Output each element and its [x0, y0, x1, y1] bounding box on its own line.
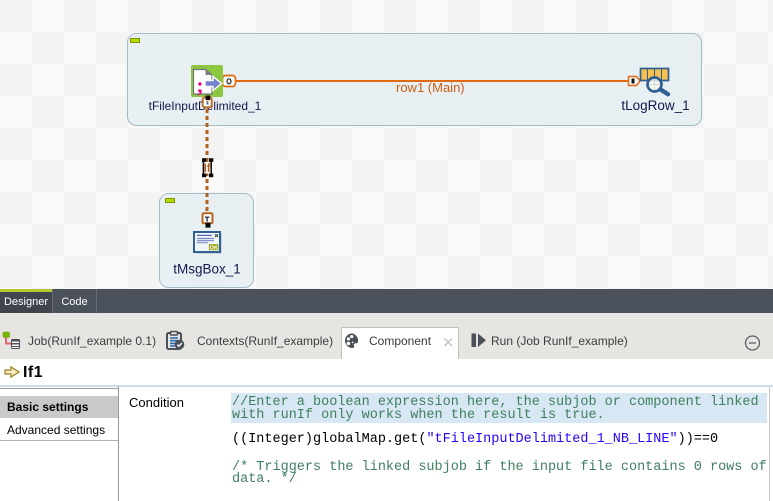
svg-text:tLogRow_1: tLogRow_1	[621, 98, 689, 113]
svg-text:tMsgBox_1: tMsgBox_1	[173, 262, 241, 277]
svg-text:;: ;	[197, 73, 204, 97]
svg-text:row1 (Main): row1 (Main)	[396, 80, 465, 95]
svg-text:OK: OK	[210, 245, 218, 251]
svg-text:If: If	[204, 163, 211, 175]
